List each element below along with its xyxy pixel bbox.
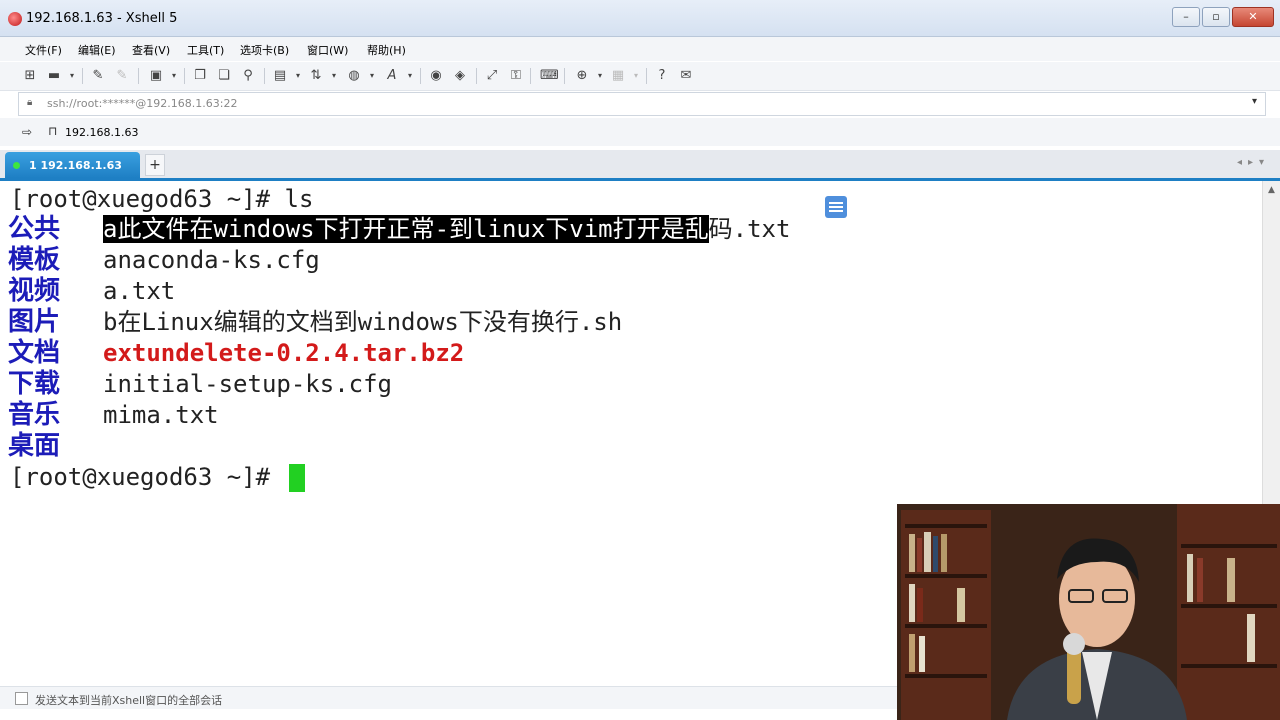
bookmark-icon: ⊓ [48,124,58,138]
properties-icon[interactable]: ▣ [148,68,164,84]
maximize-button[interactable]: ▫ [1202,7,1230,27]
open-folder-icon[interactable]: ▬ [46,68,62,84]
links-bar: ⇨ ⊓ 192.168.1.63 [0,118,1280,146]
command-line: [root@xuegod63 ~]# ls [10,184,313,215]
window-controls: – ▫ ✕ [1172,7,1274,27]
dir-entry: 桌面 [8,431,61,461]
dir-entry: 图片 [8,307,61,337]
layout-dropdown-icon[interactable]: ▾ [628,68,644,84]
chat-icon[interactable]: ✉ [678,68,694,84]
file-entry: b在Linux编辑的文档到windows下没有换行.sh [103,308,623,336]
window-title: 192.168.1.63 - Xshell 5 [26,11,178,26]
scroll-up-icon[interactable]: ▲ [1268,185,1275,195]
file-entry: initial-setup-ks.cfg [103,370,392,398]
help-icon[interactable]: ? [654,68,670,84]
tab-session-1[interactable]: 1 192.168.1.63 [5,152,140,178]
fullscreen-icon[interactable]: ⤢ [484,68,500,84]
terminal-cursor [288,464,305,492]
lock-icon[interactable]: ⚿ [508,68,524,84]
tab-bar: 1 192.168.1.63 + ◂▸▾ [0,150,1280,181]
reconnect-icon[interactable]: ✎ [90,68,106,84]
archive-file-entry: extundelete-0.2.4.tar.bz2 [103,339,465,367]
menu-tabs[interactable]: 选项卡(B) [240,42,289,58]
prompt-line: [root@xuegod63 ~]# [10,462,305,493]
print-icon[interactable]: ▤ [272,68,288,84]
prompt: [root@xuegod63 ~]# [10,185,285,213]
tab-nav-arrows[interactable]: ◂▸▾ [1237,157,1270,168]
file-entry: mima.txt [103,401,219,429]
webcam-overlay [897,504,1280,720]
lock-icon: 🔒︎ [27,97,33,108]
tab-label: 1 192.168.1.63 [29,159,122,172]
disconnect-icon[interactable]: ✎ [114,68,130,84]
menu-bar: 文件(F) 编辑(E) 查看(V) 工具(T) 选项卡(B) 窗口(W) 帮助(… [0,37,1280,61]
transfer-dropdown-icon[interactable]: ▾ [326,68,342,84]
font-dropdown-icon[interactable]: ▾ [402,68,418,84]
dir-entry: 文档 [8,338,61,368]
new-tab-dropdown-icon[interactable]: ▾ [592,68,608,84]
menu-tools[interactable]: 工具(T) [187,42,224,58]
connected-status-icon [13,162,20,169]
address-input[interactable]: ssh://root:******@192.168.1.63:22 [47,97,238,110]
links-arrow-icon[interactable]: ⇨ [22,125,32,139]
link-session[interactable]: 192.168.1.63 [65,126,138,139]
file-entry: anaconda-ks.cfg [103,246,320,274]
prompt: [root@xuegod63 ~]# [10,463,285,491]
file-entry: a此文件在windows下打开正常-到linux下vim打开是乱码.txt [103,214,790,245]
compose-checkbox[interactable] [15,692,28,705]
new-session-icon[interactable]: ⊞ [22,68,38,84]
layout-icon[interactable]: ▦ [610,68,626,84]
add-tab-button[interactable]: + [145,154,165,176]
print-dropdown-icon[interactable]: ▾ [290,68,306,84]
file-entry: a.txt [103,277,176,305]
transfer-icon[interactable]: ⇅ [308,68,324,84]
minimize-button[interactable]: – [1172,7,1200,27]
address-bar[interactable]: 🔒︎ ssh://root:******@192.168.1.63:22 ▾ [18,92,1266,116]
menu-help[interactable]: 帮助(H) [367,42,406,58]
webcam-image [897,504,1280,720]
dir-entry: 公共 [8,214,61,244]
command: ls [284,185,314,213]
toolbar: ⊞ ▬ ▾ ✎ ✎ ▣ ▾ ❐ ❏ ⚲ ▤ ▾ ⇅ ▾ ◍ ▾ A ▾ ◉ ◈ … [0,62,1280,91]
paste-icon[interactable]: ❏ [216,68,232,84]
close-button[interactable]: ✕ [1232,7,1274,27]
globe-dropdown-icon[interactable]: ▾ [364,68,380,84]
keyboard-icon[interactable]: ⌨ [540,68,559,84]
status-text: 发送文本到当前Xshell窗口的全部会话 [35,694,223,707]
open-dropdown-icon[interactable]: ▾ [64,68,80,84]
file-entry-rest: 码.txt [708,215,791,243]
menu-window[interactable]: 窗口(W) [307,42,348,58]
xshell-app-icon [8,12,22,26]
dir-entry: 下载 [8,369,61,399]
dir-entry: 模板 [8,245,61,275]
menu-view[interactable]: 查看(V) [132,42,170,58]
globe-icon[interactable]: ◍ [346,68,362,84]
find-icon[interactable]: ⚲ [240,68,256,84]
dir-entry: 视频 [8,276,61,306]
status-bar: 发送文本到当前Xshell窗口的全部会话 [0,686,900,709]
menu-file[interactable]: 文件(F) [25,42,62,58]
address-dropdown-icon[interactable]: ▾ [1252,96,1257,107]
xftp-icon[interactable]: ◉ [428,68,444,84]
xmanager-icon[interactable]: ◈ [452,68,468,84]
menu-edit[interactable]: 编辑(E) [78,42,116,58]
new-tab-icon[interactable]: ⊕ [574,68,590,84]
copy-icon[interactable]: ❐ [192,68,208,84]
title-bar: 192.168.1.63 - Xshell 5 – ▫ ✕ [0,0,1280,37]
properties-dropdown-icon[interactable]: ▾ [166,68,182,84]
font-icon[interactable]: A [384,68,400,84]
dir-entry: 音乐 [8,400,61,430]
selected-text: a此文件在windows下打开正常-到linux下vim打开是乱 [103,215,709,243]
note-icon[interactable] [825,196,847,218]
